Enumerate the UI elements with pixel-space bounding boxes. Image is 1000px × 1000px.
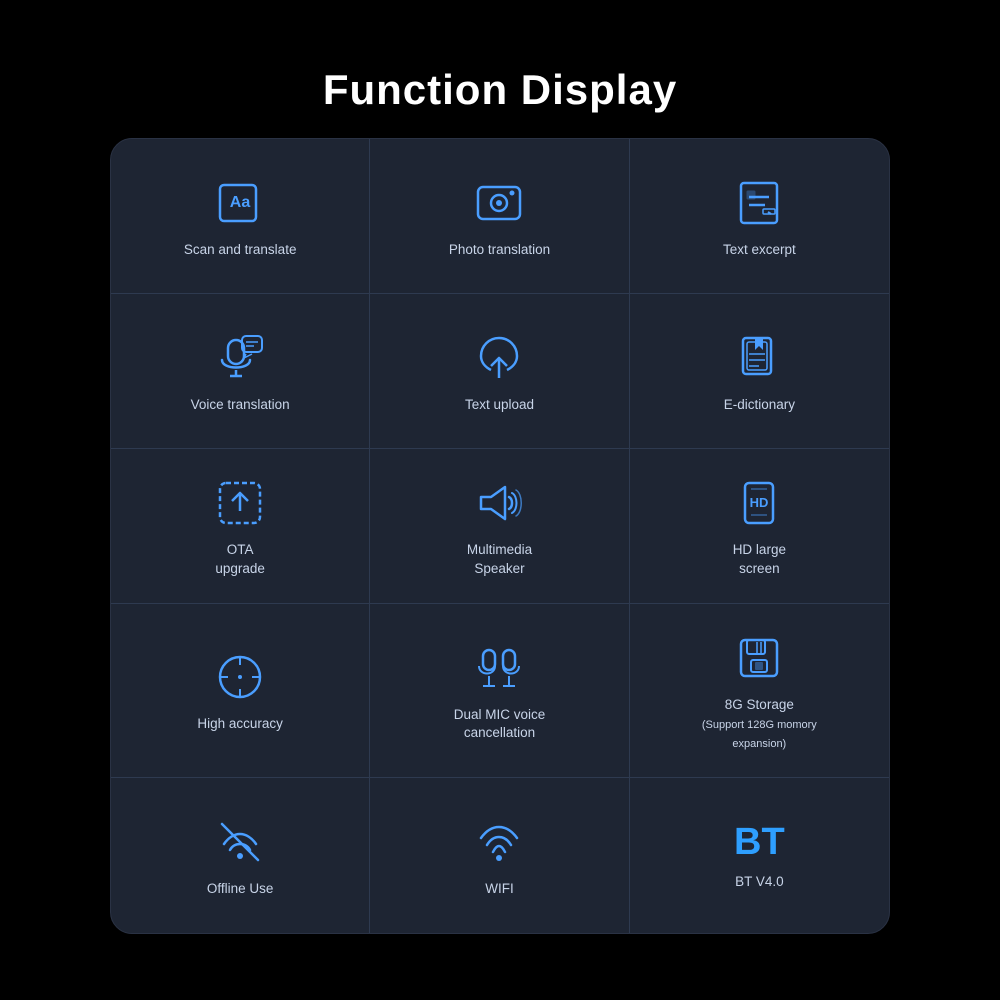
text-excerpt-icon bbox=[733, 177, 785, 229]
cell-hd-screen-label: HD largescreen bbox=[733, 541, 786, 579]
e-dictionary-icon bbox=[733, 332, 785, 384]
storage-icon bbox=[733, 632, 785, 684]
multimedia-speaker-icon bbox=[473, 477, 525, 529]
photo-translation-icon bbox=[473, 177, 525, 229]
cell-wifi: WIFI bbox=[370, 778, 629, 933]
function-grid: Aa Scan and translate Photo translation bbox=[110, 138, 890, 934]
scan-translate-icon: Aa bbox=[214, 177, 266, 229]
cell-high-accuracy: High accuracy bbox=[111, 604, 370, 778]
text-upload-icon bbox=[473, 332, 525, 384]
svg-text:HD: HD bbox=[750, 495, 769, 510]
cell-high-accuracy-label: High accuracy bbox=[197, 715, 283, 734]
high-accuracy-icon bbox=[214, 651, 266, 703]
cell-multimedia-speaker: MultimediaSpeaker bbox=[370, 449, 629, 604]
cell-e-dictionary: E-dictionary bbox=[630, 294, 889, 449]
cell-ota-upgrade-label: OTAupgrade bbox=[215, 541, 265, 579]
cell-voice-translation: Voice translation bbox=[111, 294, 370, 449]
cell-offline-use: Offline Use bbox=[111, 778, 370, 933]
bt-icon: BT bbox=[734, 823, 785, 861]
cell-photo-translation: Photo translation bbox=[370, 139, 629, 294]
cell-hd-screen: HD HD largescreen bbox=[630, 449, 889, 604]
ota-upgrade-icon bbox=[214, 477, 266, 529]
cell-dual-mic-label: Dual MIC voicecancellation bbox=[454, 706, 546, 744]
cell-scan-translate-label: Scan and translate bbox=[184, 241, 297, 260]
cell-bt-label: BT V4.0 bbox=[735, 873, 784, 892]
cell-text-upload: Text upload bbox=[370, 294, 629, 449]
page-wrapper: Function Display Aa Scan and translate P… bbox=[0, 0, 1000, 1000]
dual-mic-icon bbox=[473, 642, 525, 694]
page-title: Function Display bbox=[323, 66, 677, 114]
cell-ota-upgrade: OTAupgrade bbox=[111, 449, 370, 604]
cell-storage: 8G Storage(Support 128G momoryexpansion) bbox=[630, 604, 889, 778]
cell-voice-translation-label: Voice translation bbox=[191, 396, 290, 415]
cell-text-excerpt: Text excerpt bbox=[630, 139, 889, 294]
cell-offline-use-label: Offline Use bbox=[207, 880, 274, 899]
cell-scan-translate: Aa Scan and translate bbox=[111, 139, 370, 294]
offline-icon bbox=[214, 816, 266, 868]
cell-dual-mic: Dual MIC voicecancellation bbox=[370, 604, 629, 778]
cell-storage-label: 8G Storage(Support 128G momoryexpansion) bbox=[702, 696, 817, 753]
svg-text:Aa: Aa bbox=[230, 194, 251, 211]
wifi-icon bbox=[473, 816, 525, 868]
cell-photo-translation-label: Photo translation bbox=[449, 241, 550, 260]
cell-text-excerpt-label: Text excerpt bbox=[723, 241, 796, 260]
cell-text-upload-label: Text upload bbox=[465, 396, 534, 415]
voice-translation-icon bbox=[214, 332, 266, 384]
cell-multimedia-speaker-label: MultimediaSpeaker bbox=[467, 541, 532, 579]
cell-bt: BT BT V4.0 bbox=[630, 778, 889, 933]
cell-wifi-label: WIFI bbox=[485, 880, 514, 899]
hd-screen-icon: HD bbox=[733, 477, 785, 529]
cell-e-dictionary-label: E-dictionary bbox=[724, 396, 795, 415]
